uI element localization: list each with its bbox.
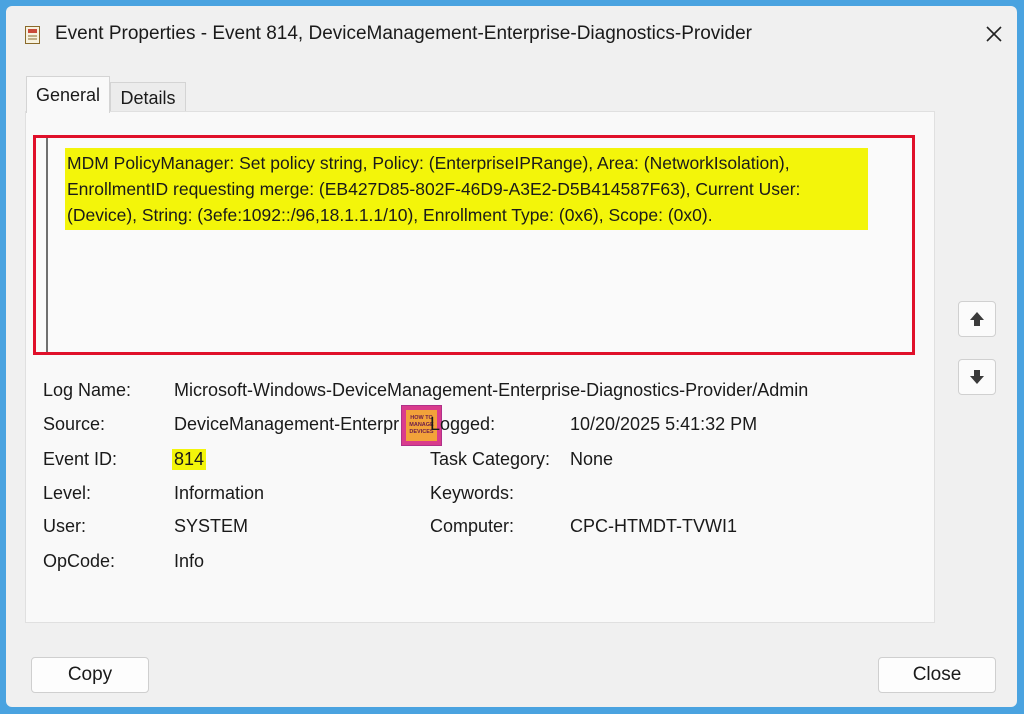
close-icon — [986, 26, 1002, 42]
description-annotation-box: MDM PolicyManager: Set policy string, Po… — [33, 135, 915, 446]
opcode-value: Info — [174, 551, 205, 571]
event-id-label: Event ID: — [43, 449, 118, 469]
keywords-label: Keywords: — [430, 483, 515, 503]
log-name-label: Log Name: — [43, 380, 132, 400]
copy-button[interactable]: Copy — [31, 657, 149, 693]
source-label: Source: — [43, 414, 106, 434]
source-value: DeviceManagement-Enterpr — [174, 414, 400, 434]
event-description: MDM PolicyManager: Set policy string, Po… — [65, 148, 868, 230]
user-label: User: — [43, 516, 87, 536]
next-event-button[interactable] — [958, 359, 996, 395]
window-title: Event Properties - Event 814, DeviceMana… — [55, 23, 752, 44]
event-viewer-icon — [25, 26, 40, 44]
tab-details[interactable]: Details — [110, 82, 186, 113]
level-value: Information — [174, 483, 265, 503]
opcode-label: OpCode: — [43, 551, 116, 571]
arrow-up-icon — [970, 312, 984, 326]
log-name-value: Microsoft-Windows-DeviceManagement-Enter… — [174, 380, 809, 400]
computer-label: Computer: — [430, 516, 515, 536]
close-window-button[interactable] — [980, 20, 1008, 48]
previous-event-button[interactable] — [958, 301, 996, 337]
computer-value: CPC-HTMDT-TVWI1 — [570, 516, 737, 536]
arrow-down-icon — [970, 370, 984, 384]
task-category-label: Task Category: — [430, 449, 551, 469]
logged-value: 10/20/2025 5:41:32 PM — [570, 414, 758, 434]
task-category-value: None — [570, 449, 614, 469]
event-id-value: 814 — [172, 449, 207, 470]
description-area[interactable]: MDM PolicyManager: Set policy string, Po… — [46, 138, 914, 446]
event-properties-window: Event Properties - Event 814, DeviceMana… — [6, 6, 1017, 707]
title-bar: Event Properties - Event 814, DeviceMana… — [6, 6, 1017, 62]
logged-label: Logged: — [430, 414, 496, 434]
close-button[interactable]: Close — [878, 657, 996, 693]
tab-general[interactable]: General — [26, 76, 110, 113]
user-value: SYSTEM — [174, 516, 249, 536]
level-label: Level: — [43, 483, 92, 503]
